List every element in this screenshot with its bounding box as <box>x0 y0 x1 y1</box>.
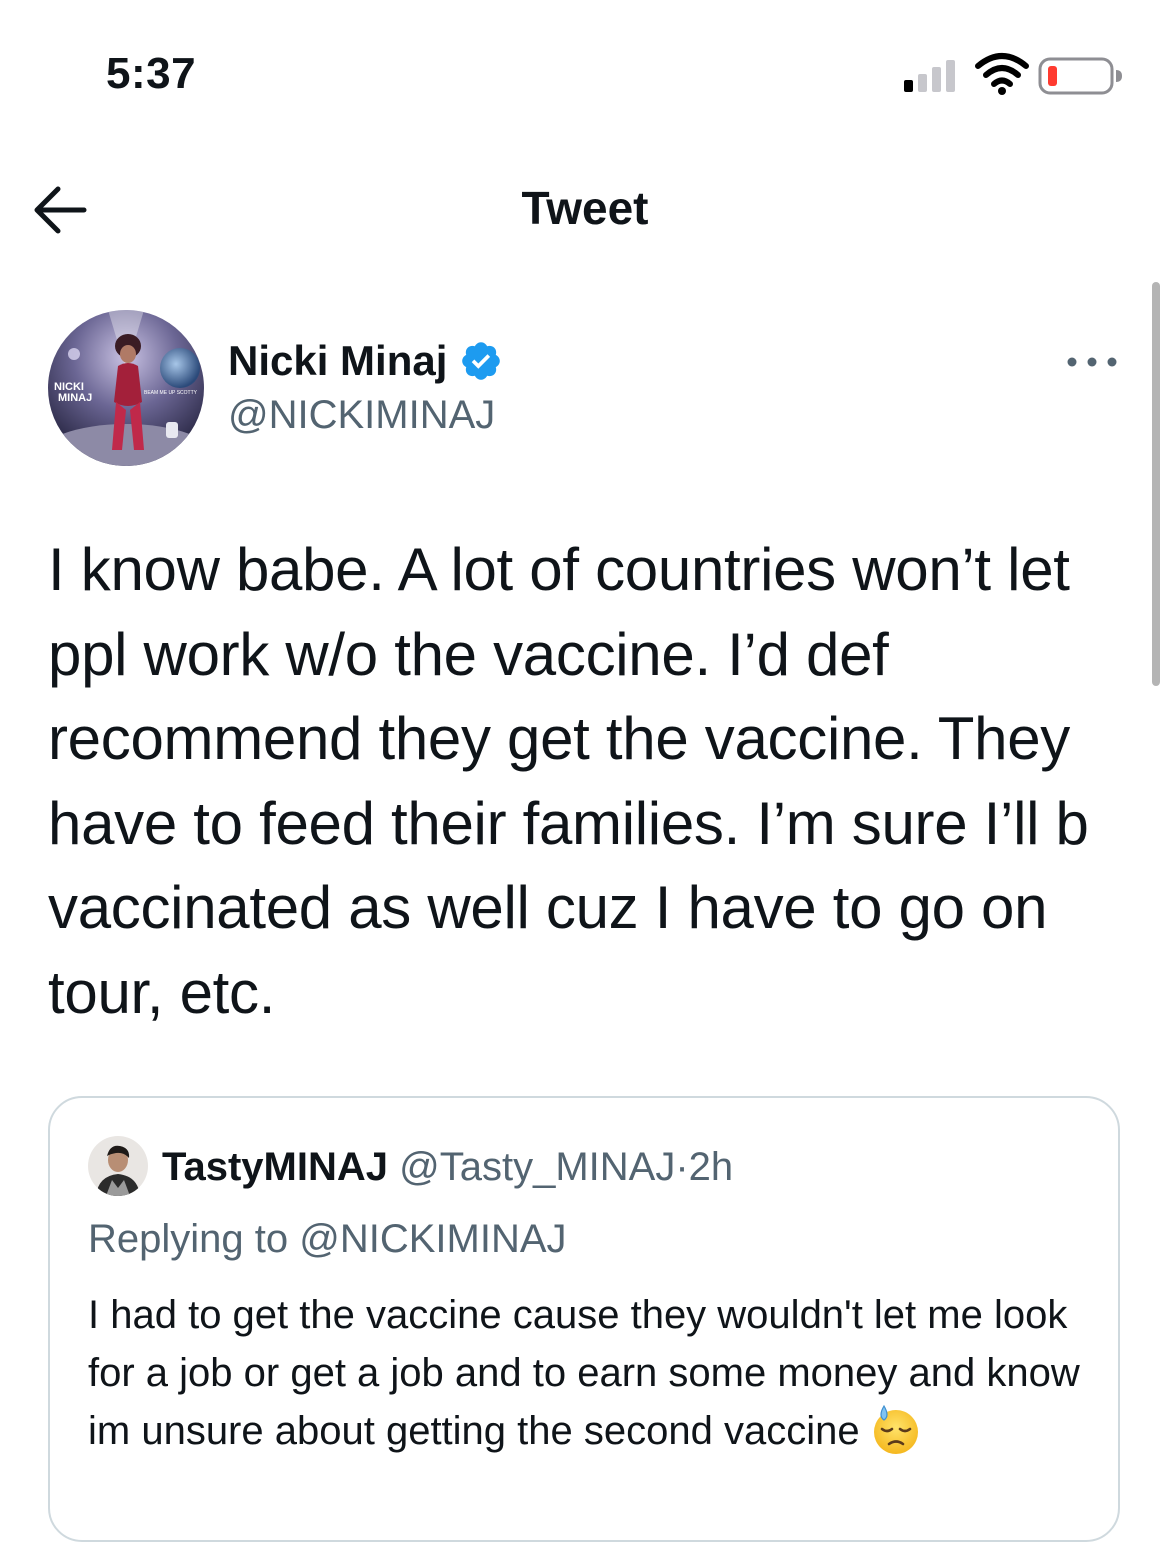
status-time: 5:37 <box>106 49 197 98</box>
sweat-emoji-icon <box>873 1404 918 1454</box>
status-icons <box>904 52 1124 98</box>
battery-low-icon <box>1038 57 1122 95</box>
quoted-author-avatar <box>88 1136 148 1196</box>
author-name[interactable]: Nicki Minaj <box>228 335 447 387</box>
quoted-tweet-text: I had to get the vaccine cause they woul… <box>88 1293 1080 1453</box>
avatar-tagline: BEAM ME UP SCOTTY <box>144 390 198 396</box>
quoted-tweet-meta: TastyMINAJ @Tasty_MINAJ·2h <box>162 1142 733 1192</box>
replying-to-handle: @NICKIMINAJ <box>299 1217 567 1261</box>
quoted-tweet-text-block: I had to get the vaccine cause they woul… <box>88 1286 1088 1460</box>
avatar[interactable]: NICKI MINAJ BEAM ME UP SCOTTY <box>48 310 204 466</box>
more-dots-icon <box>1067 357 1117 367</box>
avatar-logo-line2: MINAJ <box>58 392 92 404</box>
quoted-tweet-card[interactable]: TastyMINAJ @Tasty_MINAJ·2h Replying to @… <box>48 1096 1120 1542</box>
replying-to: Replying to @NICKIMINAJ <box>88 1214 567 1264</box>
quoted-author-handle: @Tasty_MINAJ <box>399 1145 676 1189</box>
replying-to-label: Replying to <box>88 1217 289 1261</box>
meta-separator: · <box>675 1145 689 1189</box>
tweet-text: I know babe. A lot of countries won’t le… <box>48 536 1105 1026</box>
cellular-signal-icon <box>904 56 964 92</box>
author-handle[interactable]: @NICKIMINAJ <box>228 390 495 440</box>
quoted-author-name: TastyMINAJ <box>162 1145 388 1189</box>
scrollbar-thumb[interactable] <box>1152 282 1160 686</box>
page-title: Tweet <box>521 182 649 234</box>
author-name-row[interactable]: Nicki Minaj <box>228 334 503 388</box>
verified-badge-icon <box>462 342 501 380</box>
wifi-icon <box>975 53 1029 95</box>
more-options-button[interactable] <box>1060 342 1124 382</box>
quoted-tweet-time: 2h <box>688 1145 734 1189</box>
